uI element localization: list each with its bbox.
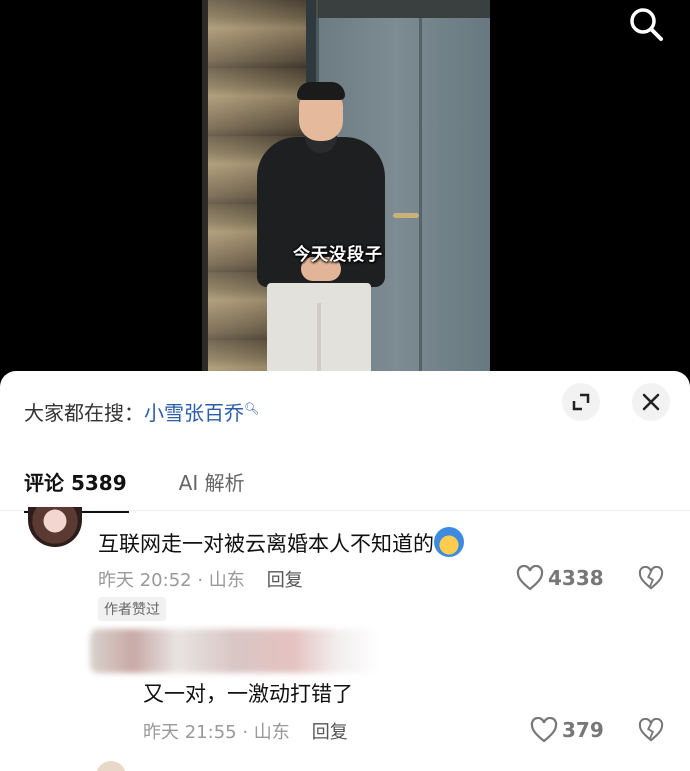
emoji-icon (434, 527, 464, 557)
blurred-username (90, 629, 380, 673)
comment-meta: 昨天 21:55 · 山东 回复 (143, 718, 348, 744)
broken-heart-icon (638, 717, 664, 742)
like-button[interactable]: 4338 (516, 565, 604, 591)
like-button[interactable]: 379 (530, 717, 604, 743)
author-liked-badge: 作者赞过 (98, 597, 166, 621)
video-caption: 今天没段子 (293, 245, 383, 265)
background-ceiling (318, 0, 490, 18)
video-player[interactable]: 今天没段子 (0, 0, 690, 390)
expand-icon (572, 393, 590, 411)
heart-icon (516, 565, 544, 591)
close-button[interactable] (632, 383, 670, 421)
broken-heart-icon (638, 565, 664, 590)
hot-search-prefix: 大家都在搜： (24, 401, 144, 425)
tab-divider (0, 510, 690, 511)
avatar[interactable] (96, 761, 126, 771)
comment-text: 又一对，一激动打错了 (143, 682, 353, 706)
like-count: 379 (562, 718, 604, 742)
hot-search-bar[interactable]: 大家都在搜：小雪张百乔🔍︎ (24, 397, 259, 426)
close-icon (642, 393, 660, 411)
comment-time-location: 昨天 21:55 · 山东 (143, 722, 290, 743)
comment-text: 互联网走一对被云离婚本人不知道的 (98, 527, 464, 558)
video-frame (202, 0, 490, 390)
search-button[interactable] (626, 4, 666, 44)
search-small-icon: 🔍︎ (244, 401, 260, 416)
expand-button[interactable] (562, 383, 600, 421)
tab-ai-analysis[interactable]: AI 解析 (179, 467, 245, 513)
comment-time-location: 昨天 20:52 · 山东 (98, 570, 245, 591)
like-count: 4338 (548, 566, 604, 590)
reply-button[interactable]: 回复 (312, 722, 348, 743)
search-icon (630, 8, 663, 41)
heart-icon (530, 717, 558, 743)
door-handle (393, 213, 419, 218)
dislike-button[interactable] (638, 717, 664, 746)
reply-button[interactable]: 回复 (267, 570, 303, 591)
comment-sheet: 大家都在搜：小雪张百乔🔍︎ 评论 5389 AI 解析 互联网走一对被云离婚本人… (0, 371, 690, 771)
dislike-button[interactable] (638, 565, 664, 594)
avatar[interactable] (28, 507, 82, 547)
comment-body: 互联网走一对被云离婚本人不知道的 (98, 532, 434, 556)
video-person (257, 82, 387, 390)
door-seam (419, 18, 422, 390)
person-hair (297, 82, 345, 100)
hot-search-keyword[interactable]: 小雪张百乔 (144, 401, 244, 425)
comment-meta: 昨天 20:52 · 山东 回复 (98, 566, 303, 592)
